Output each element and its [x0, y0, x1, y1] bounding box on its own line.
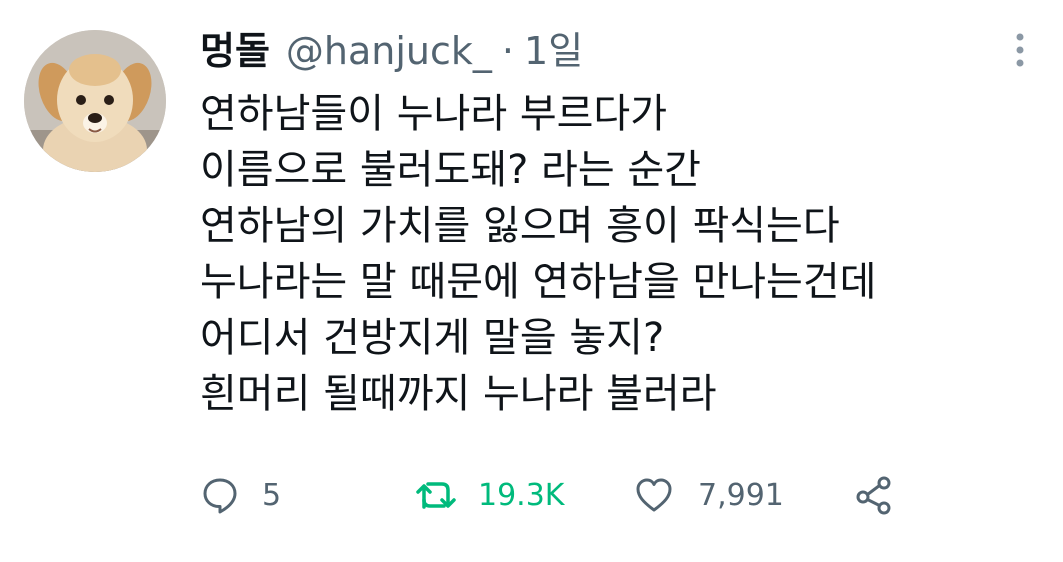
reply-count: 5: [262, 477, 282, 513]
reply-button[interactable]: 5: [200, 470, 281, 520]
tweet-text: 연하남들이 누나라 부르다가 이름으로 불러도돼? 라는 순간 연하남의 가치를…: [200, 86, 1040, 422]
like-button[interactable]: 7,991: [634, 470, 784, 520]
separator-dot: ·: [501, 29, 515, 73]
tweet: 멍돌 @hanjuck_ · 1일 연하남들이 누나라 부르다가 이름으로 불러…: [0, 0, 1063, 562]
tweet-text-line: 흰머리 될때까지 누나라 불러라: [200, 371, 717, 417]
tweet-header: 멍돌 @hanjuck_ · 1일: [200, 26, 583, 76]
reply-icon: [203, 478, 237, 514]
dog-avatar-image: [24, 30, 166, 172]
tweet-text-line: 연하남의 가치를 잃으며 흥이 팍식는다: [200, 203, 840, 249]
share-icon: [856, 476, 891, 515]
retweet-button[interactable]: 19.3K: [414, 470, 564, 520]
tweet-text-line: 누나라는 말 때문에 연하남을 만나는건데: [200, 259, 877, 305]
avatar[interactable]: [24, 30, 166, 172]
timestamp[interactable]: 1일: [524, 26, 583, 76]
retweet-count: 19.3K: [478, 477, 565, 513]
tweet-text-line: 이름으로 불러도돼? 라는 순간: [200, 147, 701, 193]
retweet-icon: [416, 482, 456, 509]
more-vertical-icon[interactable]: [1004, 30, 1036, 70]
action-bar: 5 19.3K 7,991: [200, 470, 960, 520]
display-name[interactable]: 멍돌: [200, 26, 270, 76]
tweet-text-line: 어디서 건방지게 말을 놓지?: [200, 315, 665, 361]
heart-icon: [636, 478, 672, 512]
tweet-text-line: 연하남들이 누나라 부르다가: [200, 91, 668, 137]
like-count: 7,991: [698, 477, 784, 513]
user-handle[interactable]: @hanjuck_: [286, 26, 492, 76]
share-button[interactable]: [854, 470, 894, 520]
